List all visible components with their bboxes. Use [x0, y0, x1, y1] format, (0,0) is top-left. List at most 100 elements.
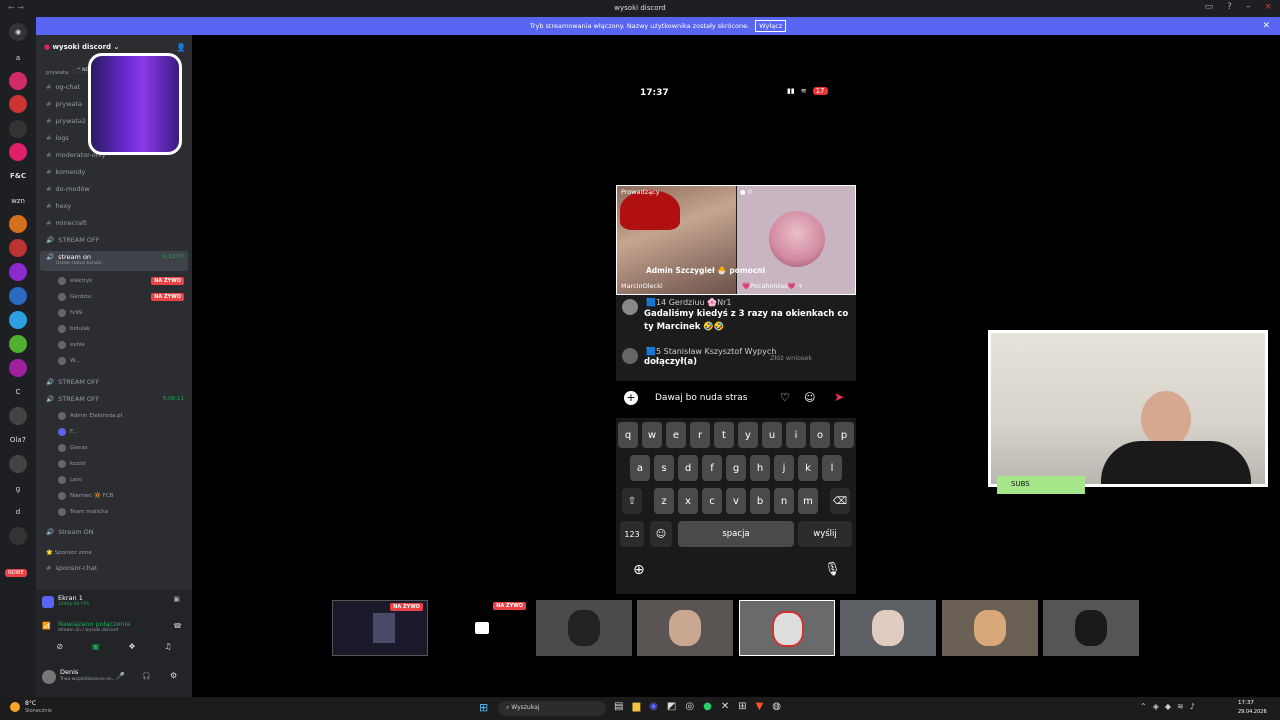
server-fc[interactable]: F&C	[9, 167, 27, 185]
key-b[interactable]: b	[750, 488, 770, 514]
discord-icon[interactable]: ◉	[649, 701, 658, 712]
whatsapp-icon[interactable]: ●	[703, 701, 712, 712]
key-o[interactable]: o	[810, 422, 830, 448]
server-c[interactable]: C	[9, 383, 27, 401]
server-g[interactable]: g	[9, 480, 27, 498]
inbox-icon[interactable]: ▭	[1205, 2, 1214, 12]
voice-user[interactable]: Gerdziu	[58, 293, 91, 301]
text-channel[interactable]: # sponsor-chat	[46, 564, 97, 572]
capcut-icon[interactable]: ◩	[667, 701, 676, 712]
key-m[interactable]: m	[798, 488, 818, 514]
backspace-key[interactable]: ⌫	[830, 488, 850, 514]
plus-icon[interactable]: +	[624, 391, 638, 405]
activities-icon[interactable]: ❖	[128, 642, 135, 651]
share-screen-icon[interactable]: ▣	[92, 642, 100, 651]
participant-tile[interactable]	[739, 600, 835, 656]
server-name[interactable]: ● wysoki discord ⌄	[44, 43, 119, 51]
wave-icon[interactable]	[622, 348, 638, 364]
weather-temp[interactable]: 8°C	[25, 700, 36, 707]
steam-icon[interactable]: ◎	[685, 701, 694, 712]
voice-channel[interactable]: 🔊 STREAM OFF	[46, 236, 100, 244]
join-user[interactable]: 🟦5 Stanisław Kszysztof Wypych	[646, 347, 776, 356]
voice-user[interactable]: Niemiec 🔆 FCB	[58, 492, 113, 500]
server-icon[interactable]	[9, 335, 27, 353]
numbers-key[interactable]: 123	[620, 521, 644, 547]
voice-user[interactable]: koziol	[58, 460, 86, 468]
volume-icon[interactable]: ♪	[1190, 702, 1195, 711]
globe-icon[interactable]: ⊕	[633, 562, 645, 578]
app-icon[interactable]: ✕	[721, 701, 729, 712]
key-j[interactable]: j	[774, 455, 794, 481]
key-z[interactable]: z	[654, 488, 674, 514]
username[interactable]: Denis	[60, 668, 78, 676]
server-icon[interactable]	[9, 455, 27, 473]
text-channel[interactable]: # hexy	[46, 202, 71, 210]
guest-name[interactable]: 💗Pocahontas💗 +	[742, 282, 803, 290]
shift-key[interactable]: ⇧	[622, 488, 642, 514]
tray-icon[interactable]: ◈	[1153, 702, 1159, 711]
voice-user[interactable]: Admin Elektroda.pl	[58, 412, 122, 420]
server-icon[interactable]	[9, 72, 27, 90]
space-key[interactable]: spacja	[678, 521, 794, 547]
stop-stream-icon[interactable]: ▣	[173, 595, 180, 603]
channel-status[interactable]: Ustaw status kanału	[46, 261, 182, 266]
server-icon[interactable]	[9, 287, 27, 305]
category-sponsor[interactable]: 🌟 Sponsor zone	[46, 550, 92, 556]
participant-tile[interactable]	[1043, 600, 1139, 656]
key-h[interactable]: h	[750, 455, 770, 481]
server-d[interactable]: d	[9, 503, 27, 521]
voice-channel[interactable]: 🔊 Stream ON	[46, 528, 94, 536]
voice-channel[interactable]: 🔊 STREAM OFF	[46, 395, 100, 403]
help-icon[interactable]: ?	[1227, 2, 1232, 12]
key-i[interactable]: i	[786, 422, 806, 448]
text-channel[interactable]: # minecraft	[46, 219, 87, 227]
text-channel[interactable]: # og-chat	[46, 83, 80, 91]
participant-tile[interactable]	[942, 600, 1038, 656]
close-window-button[interactable]: ×	[1264, 2, 1272, 12]
minimize-button[interactable]: –	[1246, 2, 1251, 12]
send-icon[interactable]: ➤	[834, 390, 844, 404]
taskbar-search[interactable]: ⌕ Wyszukaj	[498, 701, 606, 716]
participant-tile[interactable]	[637, 600, 733, 656]
key-d[interactable]: d	[678, 455, 698, 481]
key-q[interactable]: q	[618, 422, 638, 448]
app-icon[interactable]: ⊞	[738, 701, 746, 712]
key-l[interactable]: l	[822, 455, 842, 481]
server-icon[interactable]	[9, 239, 27, 257]
category-prywatne[interactable]: prywata	[46, 70, 68, 76]
server-icon[interactable]	[9, 263, 27, 281]
file-explorer-icon[interactable]: ▆	[632, 701, 640, 712]
server-icon[interactable]	[9, 359, 27, 377]
participant-tile[interactable]	[536, 600, 632, 656]
stream-thumbnail[interactable]: NA ŻYWO	[434, 600, 530, 656]
text-channel[interactable]: # komendy	[46, 168, 85, 176]
headphones-icon[interactable]: 🎧	[142, 672, 151, 680]
key-n[interactable]: n	[774, 488, 794, 514]
voice-user[interactable]: Gieras	[58, 444, 88, 452]
server-icon[interactable]	[9, 407, 27, 425]
microphone-icon[interactable]: 🎤	[116, 672, 125, 680]
camera-off-icon[interactable]: ⊘	[56, 642, 63, 651]
key-r[interactable]: r	[690, 422, 710, 448]
microphone-icon[interactable]: 🎙	[824, 562, 841, 577]
voice-user[interactable]: F...	[58, 428, 78, 436]
stream-thumbnail[interactable]: NA ŻYWO	[332, 600, 428, 656]
wifi-icon[interactable]: ≋	[1177, 702, 1184, 711]
server-icon[interactable]	[9, 215, 27, 233]
server-icon[interactable]	[9, 120, 27, 138]
server-a[interactable]: a	[9, 49, 27, 67]
server-icon[interactable]	[9, 143, 27, 161]
key-p[interactable]: p	[834, 422, 854, 448]
disable-streamer-mode-button[interactable]: Wyłącz	[755, 20, 787, 32]
key-t[interactable]: t	[714, 422, 734, 448]
key-e[interactable]: e	[666, 422, 686, 448]
voice-user[interactable]: fv99	[58, 309, 82, 317]
avatar[interactable]	[622, 299, 638, 315]
connection-status[interactable]: Nawiązano połączenie	[58, 620, 130, 628]
server-icon[interactable]	[9, 311, 27, 329]
voice-user[interactable]: exhie	[58, 341, 85, 349]
disconnect-icon[interactable]: ☎	[173, 622, 182, 630]
voice-user[interactable]: Team malicha	[58, 508, 108, 516]
key-s[interactable]: s	[654, 455, 674, 481]
close-icon[interactable]: ✕	[1262, 17, 1270, 35]
